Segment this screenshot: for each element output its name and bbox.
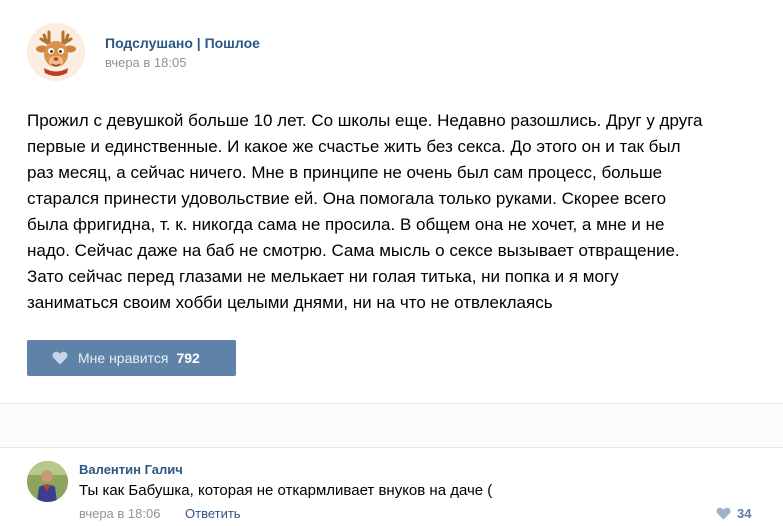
reply-link[interactable]: Ответить [185,506,241,521]
user-photo [27,461,68,502]
post-text: Прожил с девушкой больше 10 лет. Со школ… [27,108,762,316]
community-name-link[interactable]: Подслушано | Пошлое [105,35,260,51]
heart-icon [52,351,68,365]
comment-text: Ты как Бабушка, которая не откармливает … [79,482,493,499]
post-text-line: была фригидна, т. к. никогда сама не про… [27,215,665,234]
like-count: 792 [176,350,200,366]
post-text-line: первые и единственные. И какое же счасть… [27,137,681,156]
post-text-line: надо. Сейчас даже на баб не смотрю. Сама… [27,241,680,260]
deer-logo [27,23,85,81]
heart-icon [716,507,731,520]
post-date[interactable]: вчера в 18:05 [105,55,186,70]
commenter-name-link[interactable]: Валентин Галич [79,462,183,477]
post-text-line: Зато сейчас перед глазами не мелькает ни… [27,267,619,286]
post-text-line: раз месяц, а сейчас ничего. Мне в принци… [27,163,663,182]
post-text-line: Прожил с девушкой больше 10 лет. Со школ… [27,111,703,130]
comment-like-button[interactable]: 34 [716,504,751,522]
comment: Валентин Галич Ты как Бабушка, которая н… [0,448,783,526]
comment-date[interactable]: вчера в 18:06 [79,506,160,521]
post: Подслушано | Пошлое вчера в 18:05 Прожил… [0,0,783,403]
like-label: Мне нравится [78,350,169,366]
post-text-line: старался принести удовольствие ей. Она п… [27,189,667,208]
post-text-line: заниматься своим хобби целыми днями, ни … [27,293,553,312]
commenter-avatar[interactable] [27,461,68,502]
comment-like-count: 34 [737,505,752,521]
community-avatar[interactable] [27,23,85,81]
section-divider [0,403,783,448]
like-button[interactable]: Мне нравится 792 [27,340,236,376]
